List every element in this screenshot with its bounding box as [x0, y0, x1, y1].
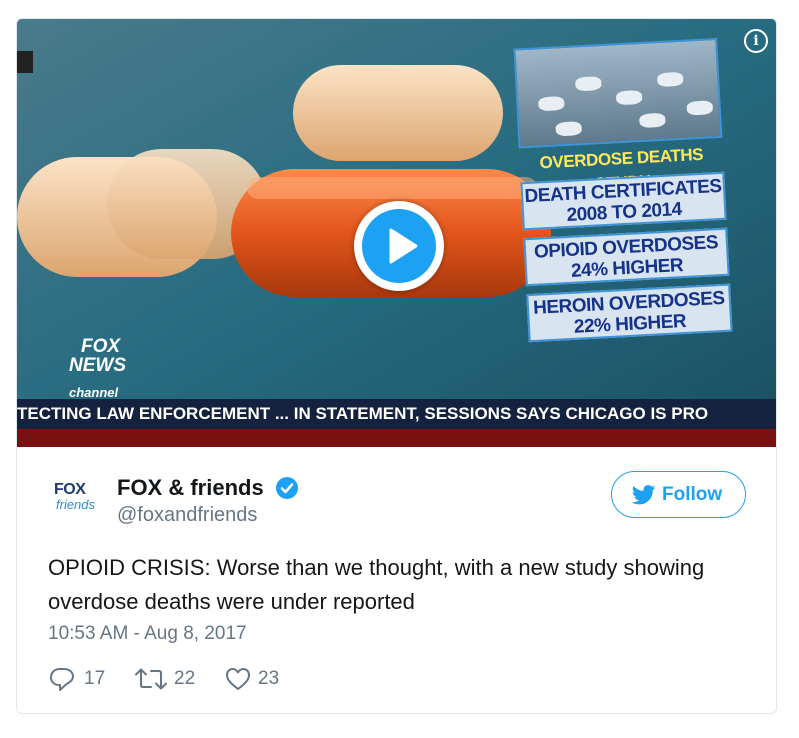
retweet-icon [135, 668, 167, 690]
like-count: 23 [258, 668, 280, 689]
reply-icon [50, 668, 74, 691]
avatar[interactable]: FOX friends [50, 468, 102, 520]
heart-icon [226, 668, 250, 690]
info-icon[interactable]: i [744, 29, 768, 53]
video-player[interactable]: OVERDOSE DEATHS STUDY DEATH CERTIFICATES… [17, 19, 776, 447]
channel-label: channel [69, 385, 119, 400]
overdose-infographic: OVERDOSE DEATHS STUDY DEATH CERTIFICATES… [509, 37, 738, 344]
retweet-count: 22 [174, 668, 196, 689]
play-icon [362, 209, 436, 283]
avatar-text-friends: friends [56, 497, 96, 512]
logo-line2: NEWS [69, 355, 126, 376]
news-ticker: TECTING LAW ENFORCEMENT ... IN STATEMENT… [17, 399, 776, 429]
display-name[interactable]: FOX & friends [117, 475, 264, 501]
infographic-box-heroin: HEROIN OVERDOSES 22% HIGHER [526, 283, 733, 343]
play-button[interactable] [354, 201, 444, 291]
capsule-peach-top [293, 65, 503, 161]
twitter-bird-icon [632, 485, 656, 505]
like-action[interactable]: 23 [224, 665, 304, 693]
reply-action[interactable]: 17 [48, 665, 118, 693]
user-handle[interactable]: @foxandfriends [117, 504, 257, 527]
tweet-card: OVERDOSE DEATHS STUDY DEATH CERTIFICATES… [16, 18, 777, 714]
ticker-strip [17, 429, 776, 447]
logo-line1: FOX [81, 336, 121, 357]
follow-label: Follow [662, 484, 723, 505]
infographic-box-opioid: OPIOID OVERDOSES 24% HIGHER [523, 227, 730, 287]
retweet-action[interactable]: 22 [134, 665, 214, 693]
tweet-timestamp[interactable]: 10:53 AM - Aug 8, 2017 [48, 623, 247, 645]
pills-photo [513, 37, 723, 149]
fox-news-logo: FOX NEWS [69, 337, 141, 391]
infographic-title: OVERDOSE DEATHS STUDY [539, 144, 704, 194]
follow-button[interactable]: Follow [611, 471, 746, 518]
tweet-text: OPIOID CRISIS: Worse than we thought, wi… [48, 555, 705, 614]
reply-count: 17 [84, 668, 106, 689]
verified-badge-icon [276, 477, 298, 499]
infographic-box-death-certificates: DEATH CERTIFICATES 2008 TO 2014 [520, 171, 727, 231]
